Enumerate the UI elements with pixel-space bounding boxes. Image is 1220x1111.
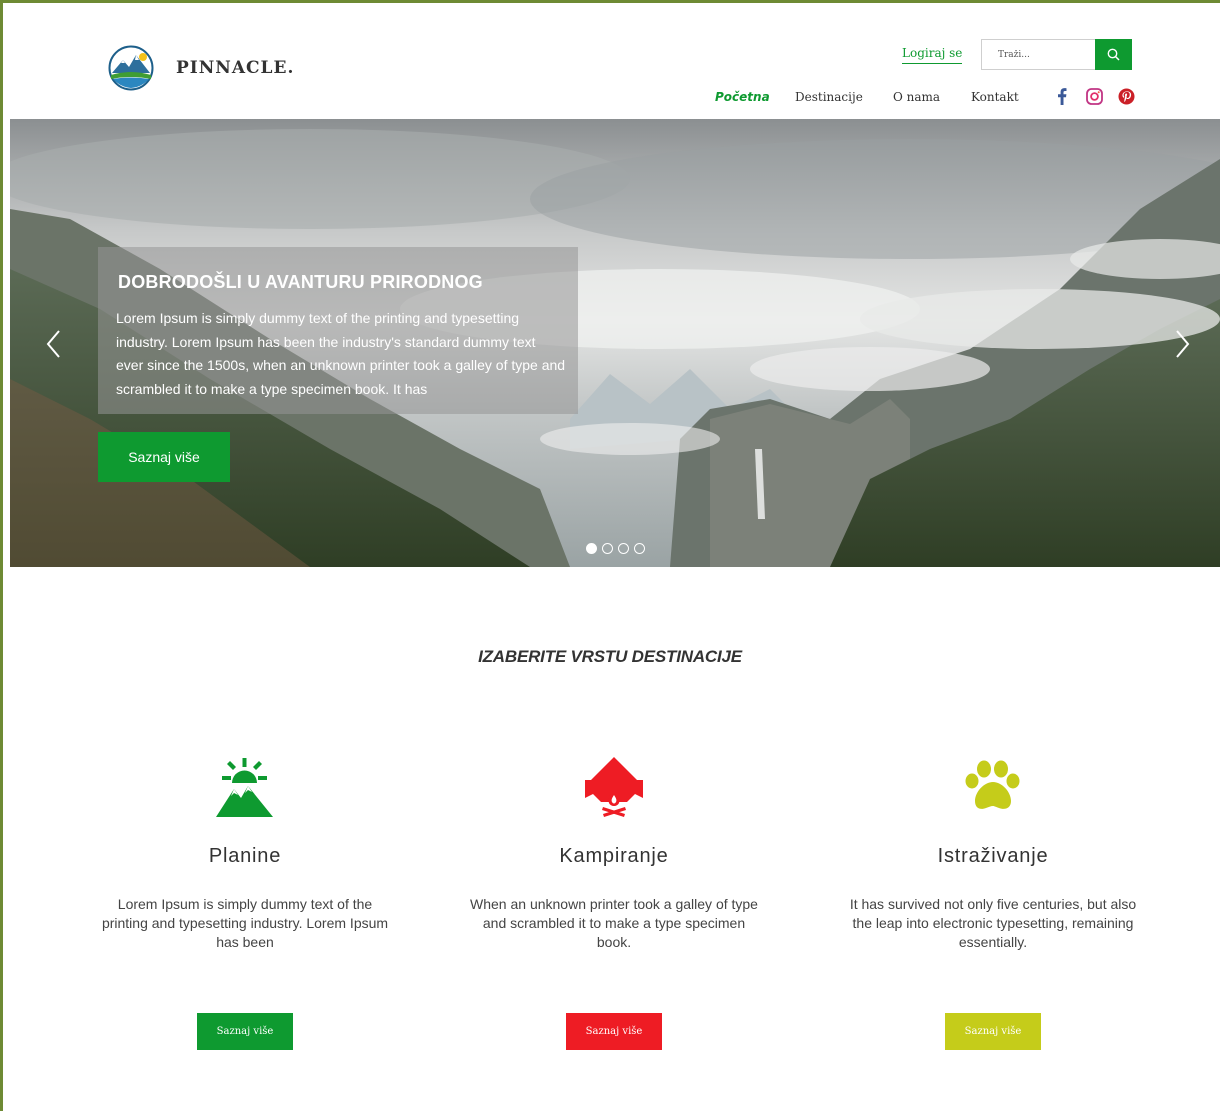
brand-name: PINNACLE.: [176, 58, 295, 78]
search-box: [981, 39, 1132, 70]
section-title: IZABERITE VRSTU DESTINACIJE: [478, 647, 742, 666]
destination-card-istrazivanje: Istraživanje It has survived not only fi…: [843, 755, 1143, 1050]
nav-item-o-nama[interactable]: O nama: [893, 90, 940, 104]
mountain-sun-icon: [95, 755, 395, 819]
card-text: It has survived not only five centuries,…: [849, 896, 1137, 950]
slider-dot-4[interactable]: [634, 543, 645, 554]
kampiranje-learn-more-button[interactable]: Saznaj više: [566, 1013, 662, 1050]
search-button[interactable]: [1095, 39, 1132, 70]
planine-learn-more-button[interactable]: Saznaj više: [197, 1013, 293, 1050]
slider-dots: [586, 543, 645, 554]
istrazivanje-learn-more-button[interactable]: Saznaj više: [945, 1013, 1041, 1050]
login-link[interactable]: Logiraj se: [902, 46, 963, 64]
card-text: When an unknown printer took a galley of…: [470, 896, 758, 950]
hero-learn-more-button[interactable]: Saznaj više: [98, 432, 230, 482]
hero-title: DOBRODOŠLI U AVANTURU PRIRODNOG: [118, 272, 483, 292]
card-title: Kampiranje: [559, 845, 669, 867]
nav-item-pocetna[interactable]: Početna: [715, 90, 770, 104]
slider-dot-3[interactable]: [618, 543, 629, 554]
chevron-right-icon: [1176, 330, 1190, 358]
search-input[interactable]: [981, 39, 1095, 70]
instagram-icon[interactable]: [1085, 87, 1103, 105]
slider-dot-1[interactable]: [586, 543, 597, 554]
tent-campfire-icon: [464, 755, 764, 819]
pinterest-icon[interactable]: [1117, 87, 1135, 105]
social-links: [1053, 87, 1135, 105]
slider-dot-2[interactable]: [602, 543, 613, 554]
logo[interactable]: PINNACLE.: [108, 45, 294, 91]
card-title: Istraživanje: [937, 845, 1049, 867]
site-header: PINNACLE. Logiraj se Početna Destinacije…: [0, 0, 1220, 120]
destination-card-kampiranje: Kampiranje When an unknown printer took …: [464, 755, 764, 1050]
main-nav: Početna Destinacije O nama Kontakt: [715, 90, 1035, 110]
nav-item-destinacije[interactable]: Destinacije: [795, 90, 863, 104]
hero-slider: DOBRODOŠLI U AVANTURU PRIRODNOG Lorem Ip…: [10, 119, 1220, 567]
paw-icon: [843, 755, 1143, 819]
search-icon: [1107, 48, 1120, 61]
hero-text: Lorem Ipsum is simply dummy text of the …: [116, 310, 566, 397]
logo-mark-icon: [108, 45, 154, 91]
slider-next-button[interactable]: [1172, 329, 1192, 359]
nav-item-kontakt[interactable]: Kontakt: [971, 90, 1019, 104]
facebook-icon[interactable]: [1053, 87, 1071, 105]
card-text: Lorem Ipsum is simply dummy text of the …: [101, 896, 389, 950]
card-title: Planine: [208, 845, 282, 867]
chevron-left-icon: [46, 330, 60, 358]
destination-card-planine: Planine Lorem Ipsum is simply dummy text…: [95, 755, 395, 1050]
slider-prev-button[interactable]: [44, 329, 64, 359]
